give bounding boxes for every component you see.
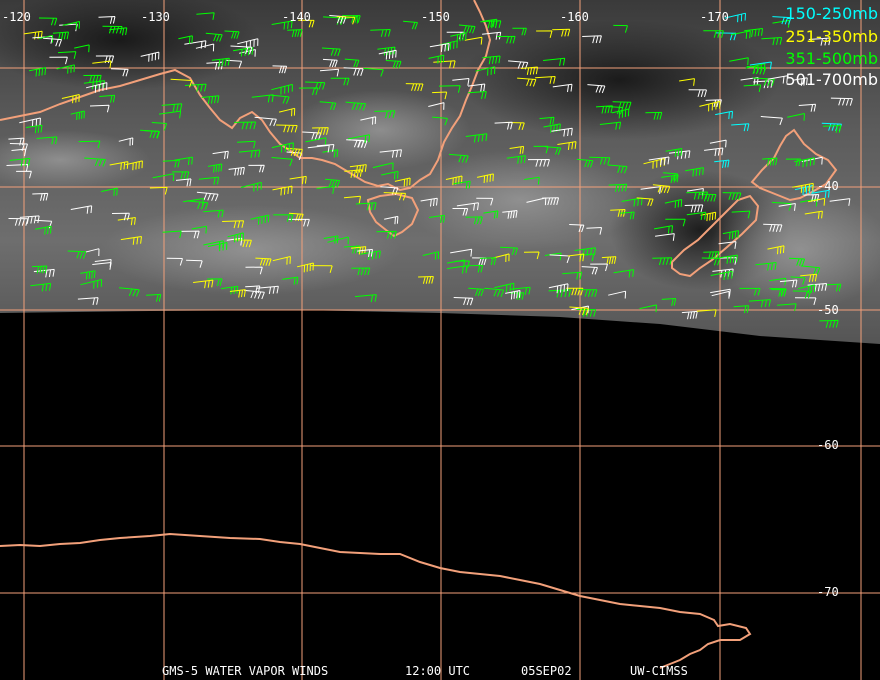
lat-label: -70 xyxy=(817,585,839,599)
lon-label: -170 xyxy=(700,10,729,24)
lon-label: -150 xyxy=(421,10,450,24)
lon-label: -120 xyxy=(2,10,31,24)
legend-item-501-700: 501-700mb xyxy=(785,70,878,89)
lat-label: -60 xyxy=(817,438,839,452)
legend-item-351-500: 351-500mb xyxy=(785,49,878,68)
footer-source: UW-CIMSS xyxy=(630,664,688,678)
footer-date: 05SEP02 xyxy=(521,664,572,678)
legend-item-251-350: 251-350mb xyxy=(785,27,878,46)
lon-label: -160 xyxy=(560,10,589,24)
footer-bar: GMS-5 WATER VAPOR WINDS 12:00 UTC 05SEP0… xyxy=(0,664,880,680)
legend-item-150-250: 150-250mb xyxy=(785,4,878,23)
satellite-map: -120 -130 -140 -150 -160 -170 -40 -50 -6… xyxy=(0,0,880,680)
footer-time: 12:00 UTC xyxy=(405,664,471,678)
lat-label: -40 xyxy=(817,179,839,193)
antarctica-coast xyxy=(0,532,752,669)
lat-label: -50 xyxy=(817,303,839,317)
lon-label: -140 xyxy=(282,10,311,24)
map-canvas xyxy=(0,0,880,680)
lon-label: -130 xyxy=(141,10,170,24)
footer-product: GMS-5 WATER VAPOR WINDS xyxy=(162,664,329,678)
